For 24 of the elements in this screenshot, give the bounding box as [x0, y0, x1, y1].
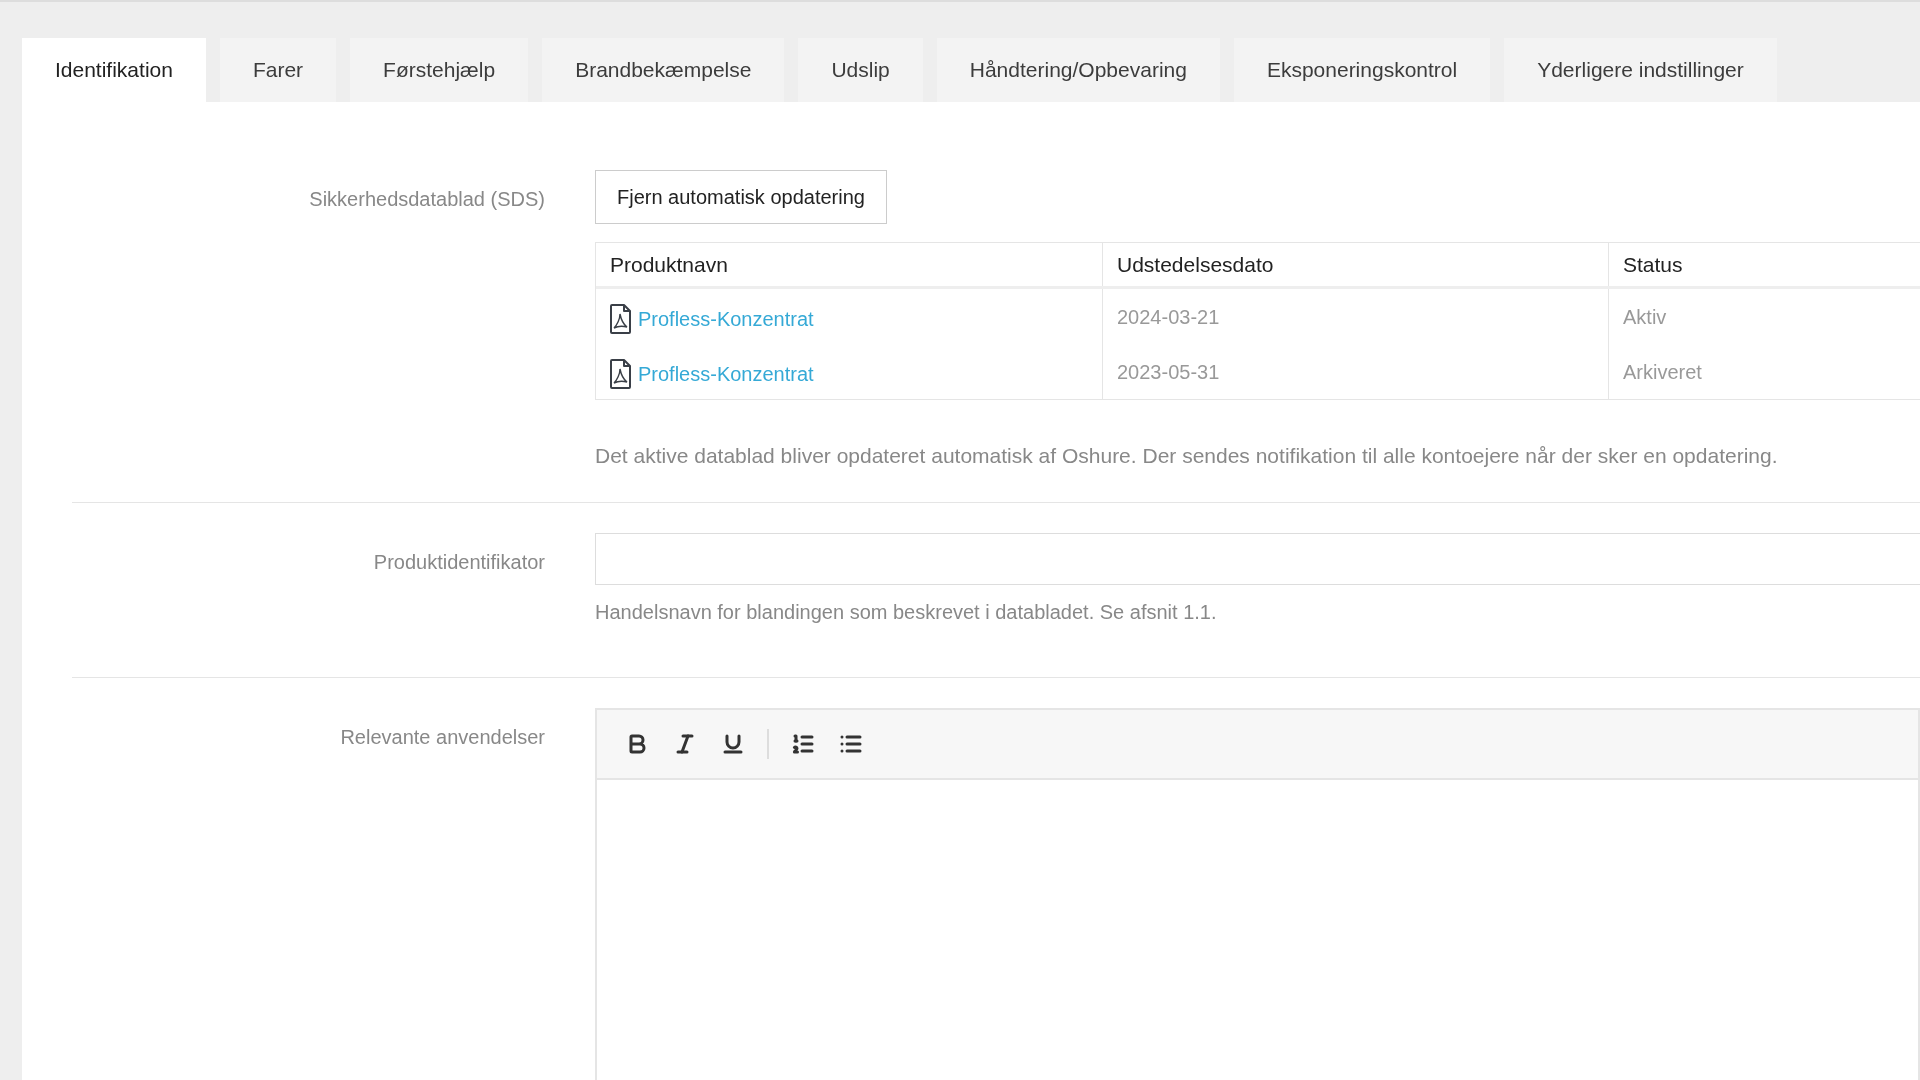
pdf-file-icon [610, 304, 632, 334]
help-text: Handelsnavn for blandingen som beskrevet i databladet. Se afsnit 1.1. [595, 599, 1218, 625]
status-cell-text: Arkiveret [1623, 359, 1702, 385]
tab[interactable]: Yderligere indstillinger [1504, 38, 1777, 102]
status-cell-text: Aktiv [1623, 304, 1667, 330]
column-header: Produktnavn [609, 251, 729, 278]
tab[interactable]: Førstehjælp [350, 38, 529, 102]
remove-auto-update-button[interactable]: Fjern automatisk opdatering [595, 170, 887, 224]
field-label: Relevante anvendelser [339, 724, 545, 750]
date-cell-text: 2023-05-31 [1117, 359, 1220, 385]
column-header: Udstedelsesdato [1102, 243, 1608, 286]
tab[interactable]: Farer [219, 38, 337, 102]
input-field[interactable] [595, 532, 1920, 585]
date-cell-text: 2024-03-21 [1117, 304, 1220, 330]
help-text: Det aktive datablad bliver opdateret automatisk af Oshure. Der sendes notifikation til alle kontoejere når der sker en opdatering. [595, 443, 1779, 469]
field-label: Sikkerhedsdatablad (SDS) [308, 187, 545, 212]
tab[interactable]: Identifikation [22, 38, 206, 102]
tab[interactable]: Udslip [798, 38, 923, 102]
pdf-file-icon [610, 359, 632, 389]
field-label: Produktidentifikator [372, 549, 545, 575]
tab[interactable]: Eksponeringskontrol [1233, 38, 1491, 102]
column-header: Status [1608, 243, 1920, 286]
tab[interactable]: Håndtering/Opbevaring [936, 38, 1220, 102]
tab[interactable]: Brandbekæmpelse [542, 38, 785, 102]
